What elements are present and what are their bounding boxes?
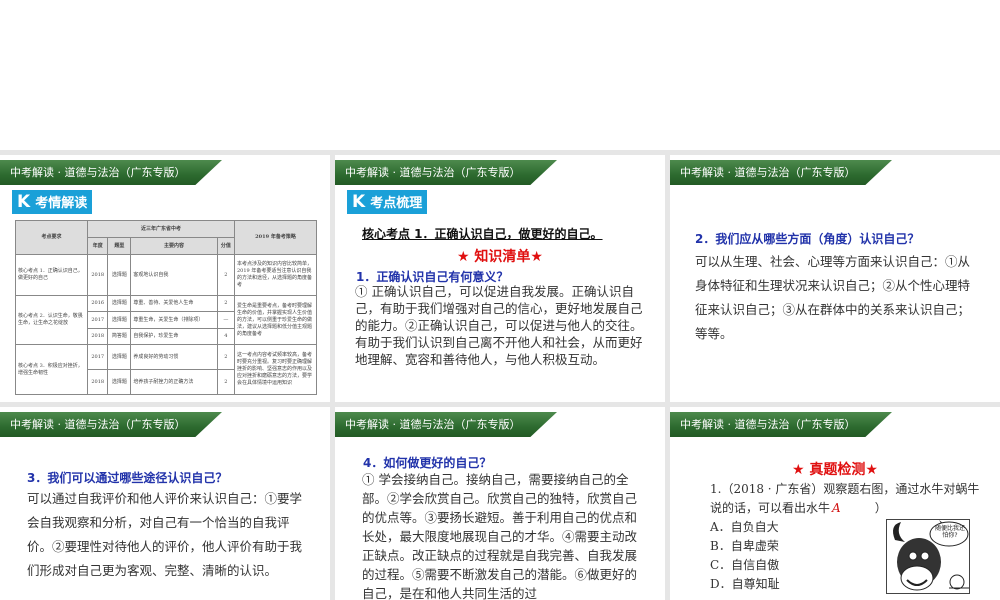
question-title: 4．如何做更好的自己？ bbox=[363, 456, 492, 470]
cell: 选择题 bbox=[107, 344, 132, 371]
question-title: 3．我们可以通过哪些途径认识自己？ bbox=[27, 471, 228, 485]
k-logo: K bbox=[352, 192, 366, 212]
cell: 选择题 bbox=[107, 369, 132, 395]
th-type: 题型 bbox=[107, 237, 132, 256]
cell: 2 bbox=[216, 294, 236, 313]
section-badge: K 考点梳理 bbox=[347, 190, 428, 214]
section-badge: K 考情解读 bbox=[12, 190, 93, 214]
cell: 尊重生命，关爱生命（排除项） bbox=[130, 311, 218, 329]
slide-4[interactable]: 中考解读 · 道德与法治（广东专版） 3．我们可以通过哪些途径认识自己？ 可以通… bbox=[0, 407, 330, 600]
cell: 培养孩子耐挫力的正确方法 bbox=[130, 369, 218, 395]
cell-strategy: 本考点涉及的知识内容比较简单，2019 年备考要适当注意认识自我的方法和途径，从… bbox=[234, 254, 317, 296]
table-row: 核心考点 2．认识生命，敬畏生命，让生命之花绽放 2016 选择题 尊重、善待、关爱他… bbox=[15, 294, 317, 346]
table-row: 核心考点 1．正确认识自己，做更好的自己 2018 选择题 客观地认识自我 2 本考点涉及… bbox=[15, 254, 317, 296]
badge-label: 考情解读 bbox=[35, 196, 88, 211]
option-b[interactable]: B．自卑虚荣 bbox=[710, 537, 780, 556]
option-c[interactable]: C．自信自傲 bbox=[710, 556, 780, 575]
exam-check-title: ★ 真题检测★ bbox=[792, 462, 878, 478]
cell: 选择题 bbox=[107, 254, 132, 296]
th-score: 分值 bbox=[216, 237, 236, 256]
cell: 选择题 bbox=[107, 311, 132, 329]
slide-grid: 中考解读 · 道德与法治（广东专版） K 考情解读 考点要求 近三年广东省中考 201… bbox=[0, 150, 1000, 600]
cell: 4 bbox=[216, 327, 236, 346]
cell-requirement: 核心考点 2．认识生命，敬畏生命，让生命之花绽放 bbox=[15, 294, 88, 346]
cell: 自我保护，珍爱生命 bbox=[130, 327, 218, 346]
cell: 选择题 bbox=[107, 294, 132, 313]
cell: 2018 bbox=[86, 327, 109, 346]
slide-header: 中考解读 · 道德与法治（广东专版） bbox=[335, 412, 557, 437]
exam-table: 考点要求 近三年广东省中考 2019 年备考策略 年度 题型 主要内容 分值 核心考点 1… bbox=[15, 219, 317, 395]
cell: 2 bbox=[216, 344, 236, 371]
paren: ） bbox=[874, 501, 887, 515]
cell: 简答题 bbox=[107, 327, 132, 346]
cell-strategy: 这一考点内容考试频率较高，备考时要充分重视。复习时要正确理解挫折的影响、坚强意志… bbox=[234, 344, 317, 395]
answer-text: ① 正确认识自己，可以促进自我发展。正确认识自己，有助于我们增强对自己的信心，更… bbox=[355, 284, 643, 367]
slide-header: 中考解读 · 道德与法治（广东专版） bbox=[0, 160, 222, 185]
th-year: 年度 bbox=[86, 237, 109, 256]
question-stem: 1.（2018 · 广东省）观察题右图，通过水牛对蜗牛说的话，可以看出水牛 bbox=[710, 482, 980, 515]
answer-mark: A bbox=[832, 501, 841, 515]
cell: 2016 bbox=[86, 294, 109, 313]
slide-3[interactable]: 中考解读 · 道德与法治（广东专版） 2．我们应从哪些方面（角度）认识自己？ 可… bbox=[670, 155, 1000, 402]
cartoon-image: 随便比我还怕你? bbox=[886, 519, 970, 594]
slide-1[interactable]: 中考解读 · 道德与法治（广东专版） K 考情解读 考点要求 近三年广东省中考 201… bbox=[0, 155, 330, 402]
th-content: 主要内容 bbox=[130, 237, 218, 256]
cell: 2018 bbox=[86, 369, 109, 395]
th-strategy: 2019 年备考策略 bbox=[234, 219, 317, 256]
cell: 2017 bbox=[86, 344, 109, 371]
answer-text: 可以从生理、社会、心理等方面来认识自己：①从身体特征和生理状况来认识自己；②从个… bbox=[695, 254, 971, 341]
option-d[interactable]: D．自尊知耻 bbox=[710, 575, 780, 594]
answer-text: ① 学会接纳自己。接纳自己，需要接纳自己的全部。②学会欣赏自己。欣赏自己的独特，… bbox=[362, 472, 638, 600]
cell: 尊重、善待、关爱他人生命 bbox=[130, 294, 218, 313]
table-row: 核心考点 3．积极应对挫折，增强生命韧性 2017 选择题 养成良好的劳动习惯 2 这一考… bbox=[15, 344, 317, 395]
cell: 养成良好的劳动习惯 bbox=[130, 344, 218, 371]
slide-2[interactable]: 中考解读 · 道德与法治（广东专版） K 考点梳理 核心考点 1．正确认识自己，做… bbox=[335, 155, 665, 402]
topic-title: 核心考点 1．正确认识自己，做更好的自己。 bbox=[362, 227, 603, 241]
slide-6[interactable]: 中考解读 · 道德与法治（广东专版） ★ 真题检测★ 1.（2018 · 广东省… bbox=[670, 407, 1000, 600]
cell: 2 bbox=[216, 369, 236, 395]
option-a[interactable]: A．自负自大 bbox=[710, 518, 780, 537]
cell: — bbox=[216, 311, 236, 329]
th-group: 近三年广东省中考 bbox=[87, 219, 235, 239]
speech-bubble-text: 随便比我还怕你? bbox=[935, 525, 966, 539]
cell-requirement: 核心考点 1．正确认识自己，做更好的自己 bbox=[15, 254, 88, 296]
slide-header: 中考解读 · 道德与法治（广东专版） bbox=[335, 160, 557, 185]
cell: 2 bbox=[216, 254, 236, 296]
cell-requirement: 核心考点 3．积极应对挫折，增强生命韧性 bbox=[15, 344, 88, 395]
cell: 2017 bbox=[86, 311, 109, 329]
slide-5[interactable]: 中考解读 · 道德与法治（广东专版） 4．如何做更好的自己？ ① 学会接纳自己。… bbox=[335, 407, 665, 600]
cell: 2018 bbox=[86, 254, 109, 296]
knowledge-list-title: ★ 知识清单★ bbox=[457, 249, 543, 265]
cell: 客观地认识自我 bbox=[130, 254, 218, 296]
th-req: 考点要求 bbox=[15, 219, 88, 256]
slide-header: 中考解读 · 道德与法治（广东专版） bbox=[0, 412, 222, 437]
k-logo: K bbox=[17, 192, 31, 212]
badge-label: 考点梳理 bbox=[370, 196, 423, 211]
cell-strategy: 爱生命是重要考点，备考时要理解生命的价值，并掌握实现人生价值的方法，可以侧重于珍… bbox=[234, 294, 317, 346]
slide-header: 中考解读 · 道德与法治（广东专版） bbox=[670, 412, 892, 437]
slide-header: 中考解读 · 道德与法治（广东专版） bbox=[670, 160, 892, 185]
question-text: 1.（2018 · 广东省）观察题右图，通过水牛对蜗牛说的话，可以看出水牛 A ） bbox=[710, 480, 980, 518]
answer-text: 可以通过自我评价和他人评价来认识自己：①要学会自我观察和分析，对自己有一个恰当的… bbox=[27, 491, 303, 578]
options: A．自负自大 B．自卑虚荣 C．自信自傲 D．自尊知耻 bbox=[710, 518, 780, 594]
question-title: 2．我们应从哪些方面（角度）认识自己？ bbox=[695, 232, 920, 246]
